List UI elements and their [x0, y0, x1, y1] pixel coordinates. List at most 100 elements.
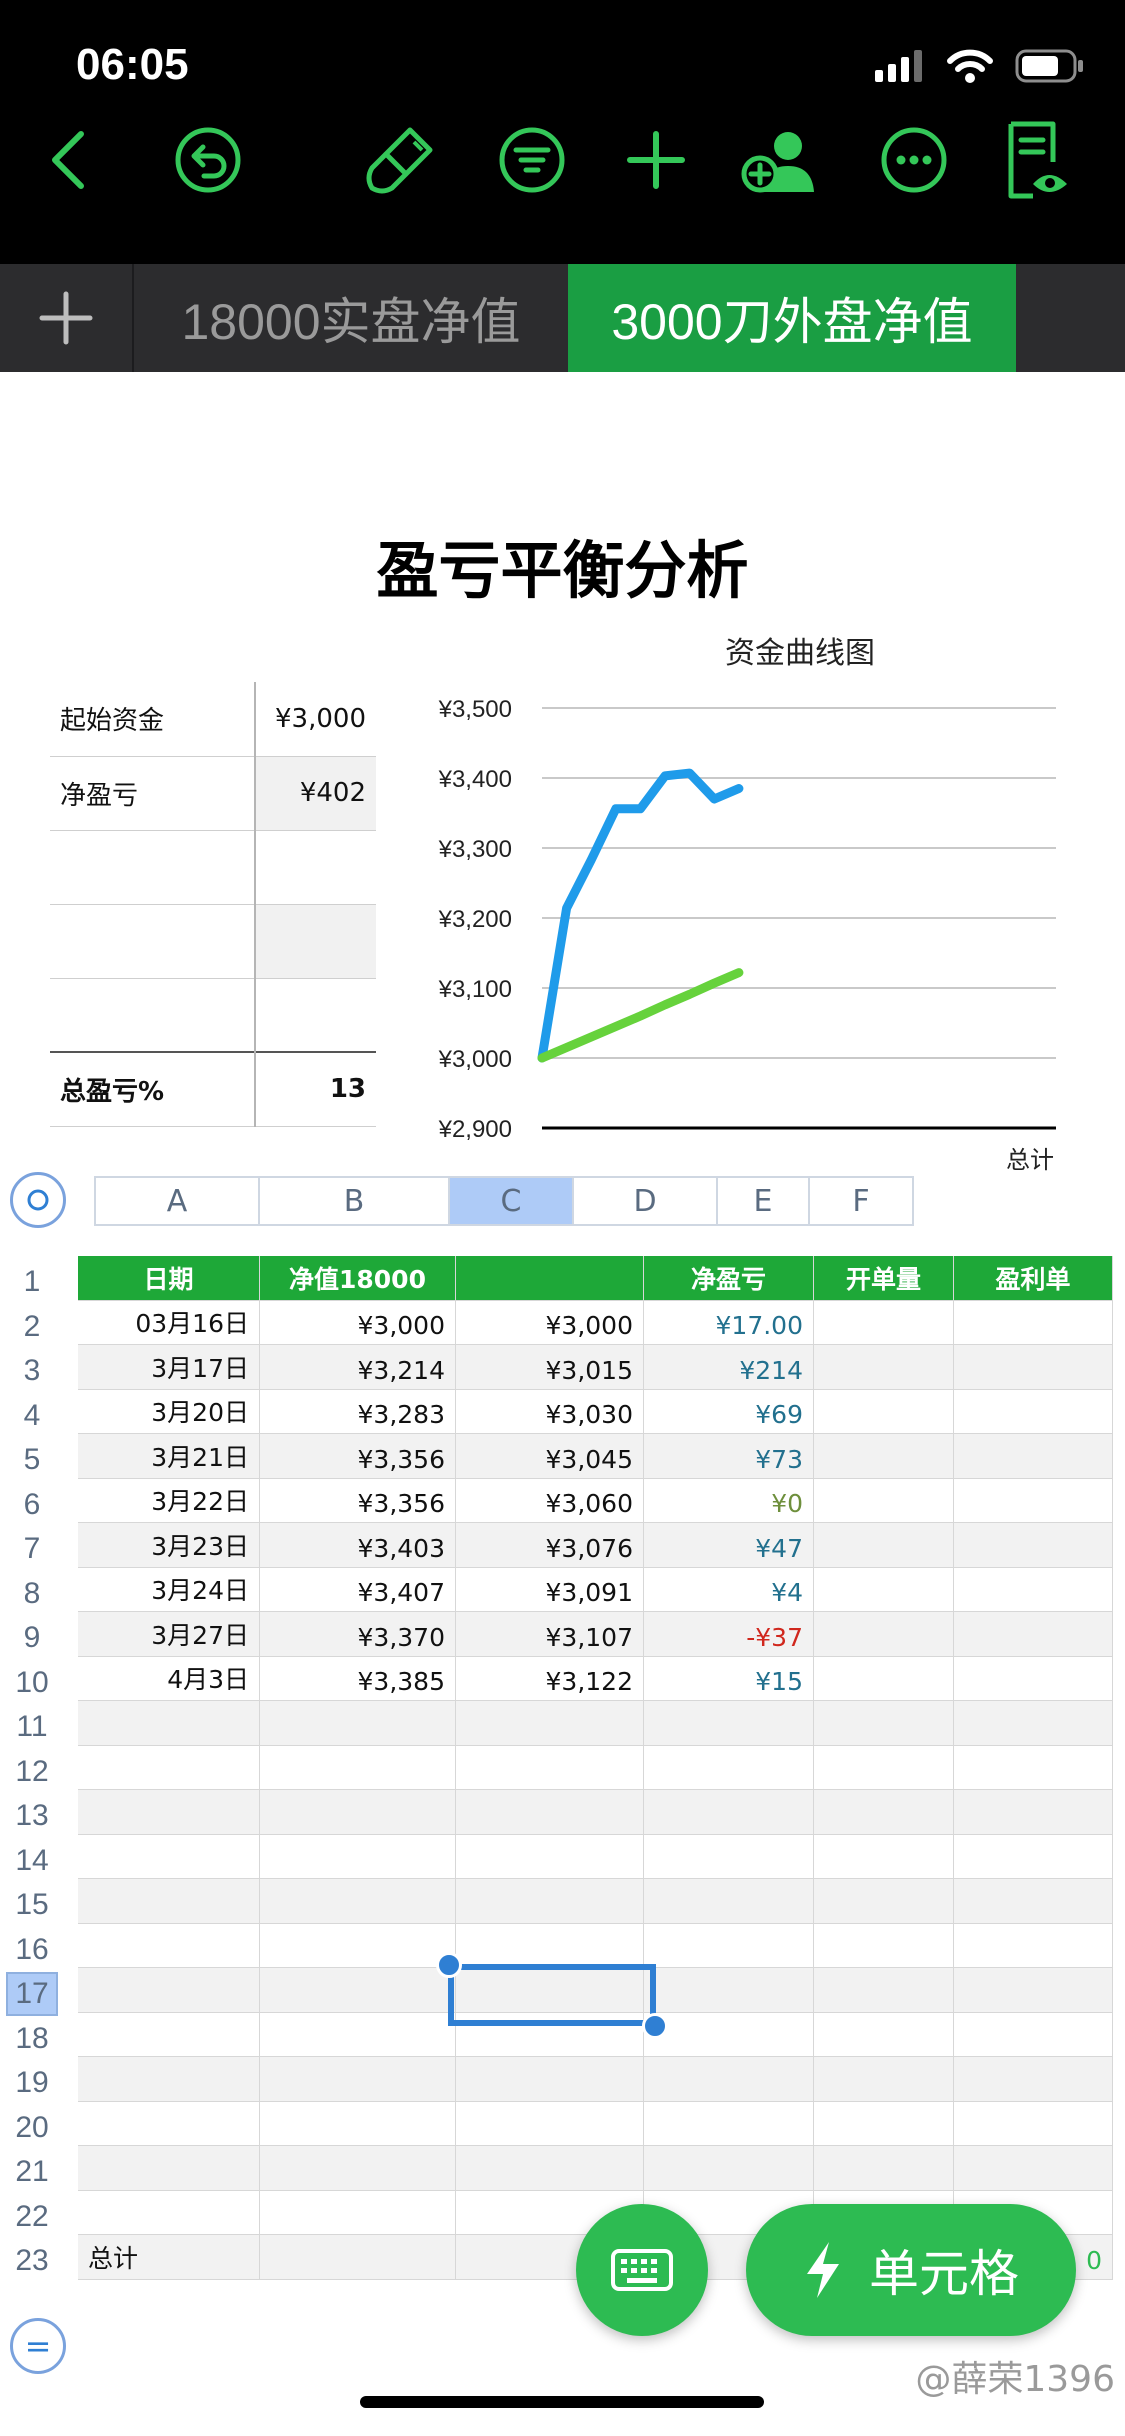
empty-cell[interactable]: [644, 1879, 814, 1924]
empty-cell[interactable]: [78, 1745, 260, 1790]
empty-cell[interactable]: [954, 1790, 1113, 1835]
summary-total-label[interactable]: 总盈亏%: [50, 1051, 257, 1127]
row-header-18[interactable]: 18: [6, 2017, 58, 2061]
collaborate-button[interactable]: [740, 120, 820, 200]
selection-handle-end[interactable]: [642, 2013, 668, 2039]
empty-cell[interactable]: [814, 2101, 954, 2146]
winning-orders-cell[interactable]: [954, 1300, 1113, 1345]
row-header-19[interactable]: 19: [6, 2061, 58, 2105]
row-header-23[interactable]: 23: [6, 2239, 58, 2283]
row-header-22[interactable]: 22: [6, 2195, 58, 2239]
column-header-e[interactable]: E: [718, 1176, 810, 1226]
pnl-cell[interactable]: -¥37: [644, 1612, 814, 1657]
empty-cell[interactable]: [456, 1701, 644, 1746]
summary-table[interactable]: 起始资金 ¥3,000 净盈亏 ¥402 总盈亏% 13: [50, 682, 376, 1127]
row-header-20[interactable]: 20: [6, 2106, 58, 2150]
empty-cell[interactable]: [260, 1745, 456, 1790]
total-label-cell[interactable]: 总计: [78, 2235, 260, 2280]
empty-cell[interactable]: [260, 1834, 456, 1879]
date-cell[interactable]: 03月16日: [78, 1300, 260, 1345]
empty-cell[interactable]: [814, 1968, 954, 2013]
keyboard-button[interactable]: [576, 2204, 708, 2336]
summary-value[interactable]: ¥402: [255, 756, 376, 831]
more-button[interactable]: [874, 120, 954, 200]
date-cell[interactable]: 3月24日: [78, 1567, 260, 1612]
empty-cell[interactable]: [260, 2012, 456, 2057]
empty-cell[interactable]: [954, 1745, 1113, 1790]
pnl-cell[interactable]: ¥47: [644, 1523, 814, 1568]
empty-cell[interactable]: [260, 1701, 456, 1746]
orders-cell[interactable]: [814, 1656, 954, 1701]
empty-cell[interactable]: [456, 2057, 644, 2102]
benchmark-cell[interactable]: ¥3,107: [456, 1612, 644, 1657]
empty-cell[interactable]: [814, 2012, 954, 2057]
empty-cell[interactable]: [644, 1834, 814, 1879]
summary-value[interactable]: ¥3,000: [255, 682, 376, 757]
empty-cell[interactable]: [260, 2190, 456, 2235]
insert-button[interactable]: [616, 120, 696, 200]
winning-orders-cell[interactable]: [954, 1478, 1113, 1523]
empty-cell[interactable]: [644, 1745, 814, 1790]
column-title[interactable]: 净值18000: [260, 1256, 456, 1301]
empty-cell[interactable]: [456, 1923, 644, 1968]
empty-cell[interactable]: [644, 1701, 814, 1746]
empty-cell[interactable]: [78, 1701, 260, 1746]
undo-button[interactable]: [168, 120, 248, 200]
empty-cell[interactable]: [644, 2146, 814, 2191]
row-header-10[interactable]: 10: [6, 1661, 58, 1705]
home-indicator[interactable]: [360, 2396, 764, 2408]
empty-cell[interactable]: [814, 2146, 954, 2191]
pnl-cell[interactable]: ¥73: [644, 1434, 814, 1479]
row-header-14[interactable]: 14: [6, 1839, 58, 1883]
column-title[interactable]: 开单量: [814, 1256, 954, 1301]
empty-cell[interactable]: [260, 1790, 456, 1835]
orders-cell[interactable]: [814, 1300, 954, 1345]
row-header-5[interactable]: 5: [6, 1438, 58, 1482]
summary-value[interactable]: [255, 830, 376, 905]
empty-cell[interactable]: [644, 2101, 814, 2146]
empty-cell[interactable]: [644, 2057, 814, 2102]
row-header-12[interactable]: 12: [6, 1750, 58, 1794]
winning-orders-cell[interactable]: [954, 1523, 1113, 1568]
benchmark-cell[interactable]: ¥3,076: [456, 1523, 644, 1568]
empty-cell[interactable]: [260, 2101, 456, 2146]
date-cell[interactable]: 3月20日: [78, 1389, 260, 1434]
winning-orders-cell[interactable]: [954, 1389, 1113, 1434]
cell-format-button[interactable]: 单元格: [746, 2204, 1076, 2336]
empty-cell[interactable]: [814, 1879, 954, 1924]
empty-cell[interactable]: [78, 2057, 260, 2102]
empty-cell[interactable]: [644, 2012, 814, 2057]
summary-label[interactable]: [50, 904, 257, 979]
summary-value[interactable]: [255, 904, 376, 979]
empty-cell[interactable]: [954, 1923, 1113, 1968]
filter-button[interactable]: [492, 120, 572, 200]
date-cell[interactable]: 3月27日: [78, 1612, 260, 1657]
empty-cell[interactable]: [260, 1879, 456, 1924]
orders-cell[interactable]: [814, 1567, 954, 1612]
column-title[interactable]: 净盈亏: [644, 1256, 814, 1301]
pnl-cell[interactable]: ¥214: [644, 1345, 814, 1390]
empty-cell[interactable]: [78, 2190, 260, 2235]
summary-label[interactable]: 起始资金: [50, 682, 257, 757]
orders-cell[interactable]: [814, 1389, 954, 1434]
winning-orders-cell[interactable]: [954, 1345, 1113, 1390]
pnl-cell[interactable]: ¥15: [644, 1656, 814, 1701]
row-header-13[interactable]: 13: [6, 1794, 58, 1838]
row-header-2[interactable]: 2: [6, 1305, 58, 1349]
empty-cell[interactable]: [78, 1879, 260, 1924]
reading-view-button[interactable]: [998, 120, 1078, 200]
empty-cell[interactable]: [644, 1790, 814, 1835]
column-header-b[interactable]: B: [260, 1176, 450, 1226]
empty-cell[interactable]: [954, 1834, 1113, 1879]
empty-cell[interactable]: [260, 2057, 456, 2102]
row-header-11[interactable]: 11: [6, 1705, 58, 1749]
row-header-7[interactable]: 7: [6, 1527, 58, 1571]
date-cell[interactable]: 3月21日: [78, 1434, 260, 1479]
row-header-9[interactable]: 9: [6, 1616, 58, 1660]
empty-cell[interactable]: [456, 2101, 644, 2146]
empty-cell[interactable]: [954, 1701, 1113, 1746]
empty-cell[interactable]: [456, 2146, 644, 2191]
empty-cell[interactable]: [954, 1968, 1113, 2013]
back-button[interactable]: [28, 120, 108, 200]
empty-cell[interactable]: [814, 1790, 954, 1835]
